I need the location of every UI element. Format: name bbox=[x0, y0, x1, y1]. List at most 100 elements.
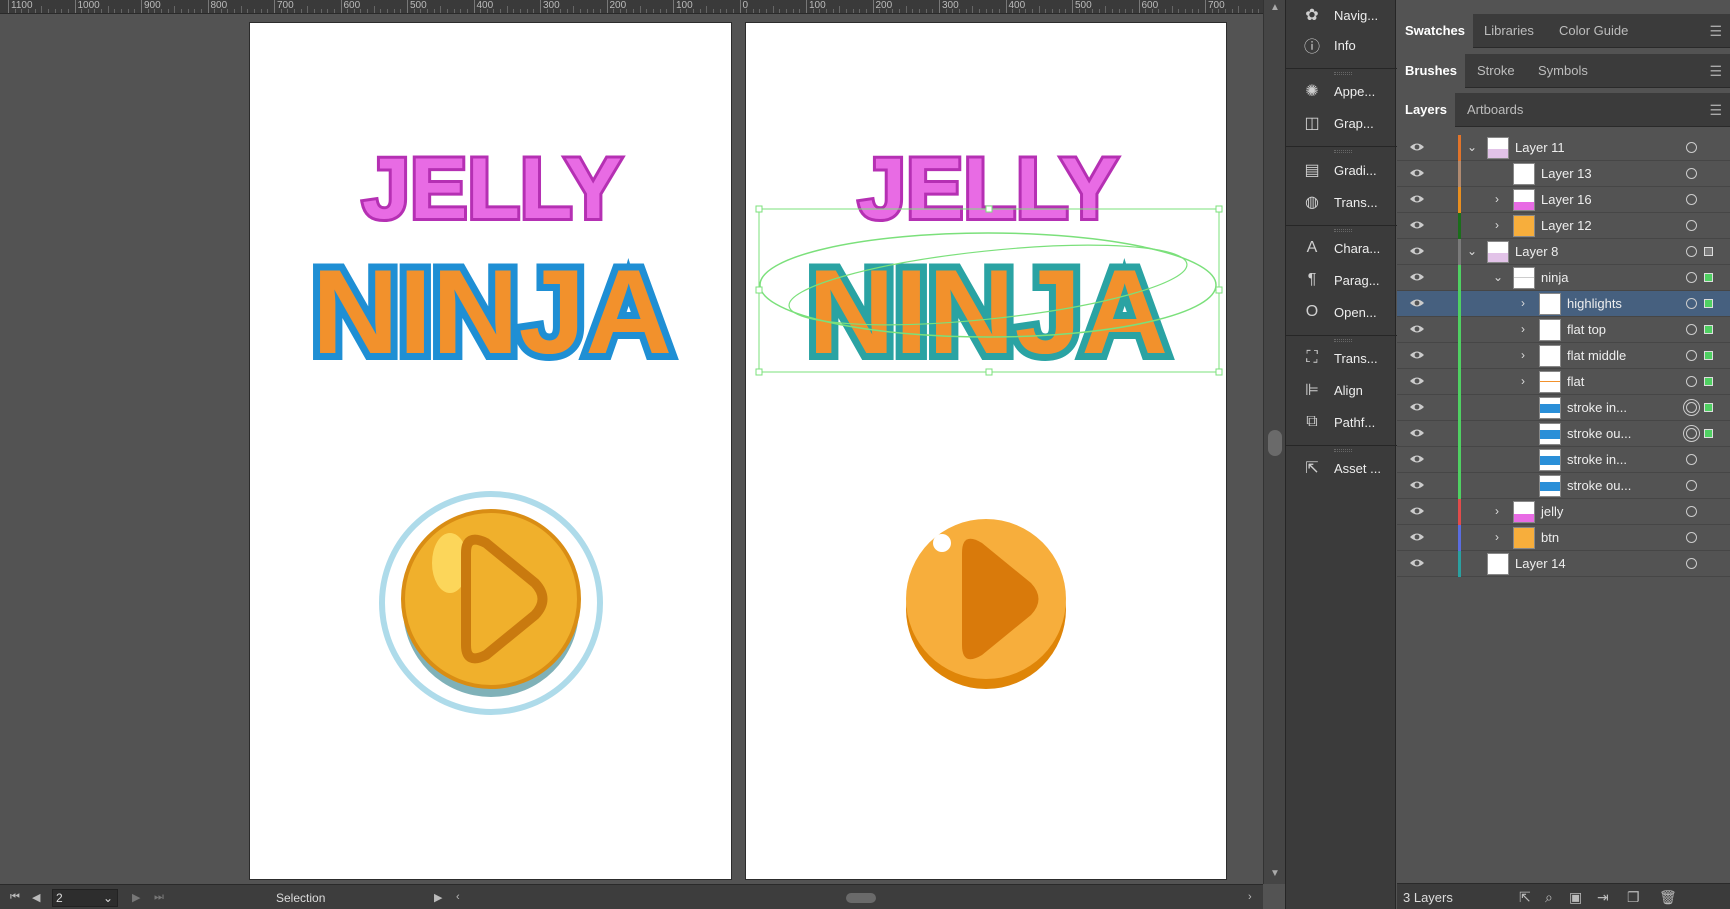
first-artboard-icon[interactable]: ⏮ bbox=[10, 891, 20, 904]
layer-name[interactable]: stroke ou... bbox=[1567, 426, 1631, 441]
layer-row[interactable]: › jelly bbox=[1397, 499, 1730, 525]
dock-grip[interactable] bbox=[1334, 229, 1352, 232]
tab-libraries[interactable]: Libraries bbox=[1484, 14, 1534, 48]
layer-row[interactable]: › flat middle bbox=[1397, 343, 1730, 369]
target-icon[interactable] bbox=[1686, 272, 1697, 283]
layer-name[interactable]: flat bbox=[1567, 374, 1584, 389]
canvas-area[interactable]: JELLY NINJA JELLY NINJA bbox=[0, 14, 1263, 884]
horizontal-scrollbar-thumb[interactable] bbox=[846, 893, 876, 903]
tool-menu-arrow-icon[interactable]: ▶ bbox=[434, 891, 442, 904]
target-icon[interactable] bbox=[1686, 246, 1697, 257]
target-icon[interactable] bbox=[1686, 454, 1697, 465]
target-icon[interactable] bbox=[1686, 558, 1697, 569]
target-icon[interactable] bbox=[1686, 402, 1697, 413]
chevron-down-icon[interactable]: ⌄ bbox=[1493, 270, 1503, 284]
visibility-eye-icon[interactable] bbox=[1409, 193, 1425, 205]
layer-name[interactable]: stroke in... bbox=[1567, 400, 1627, 415]
target-icon[interactable] bbox=[1686, 376, 1697, 387]
visibility-eye-icon[interactable] bbox=[1409, 271, 1425, 283]
layer-row[interactable]: › flat bbox=[1397, 369, 1730, 395]
new-sublayer-icon[interactable]: ⇥ bbox=[1597, 889, 1609, 906]
panel-menu-icon[interactable]: ☰ bbox=[1709, 63, 1722, 80]
layer-name[interactable]: stroke in... bbox=[1567, 452, 1627, 467]
selection-indicator[interactable] bbox=[1704, 273, 1713, 282]
layer-name[interactable]: Layer 14 bbox=[1515, 556, 1566, 571]
artboard-number-field[interactable]: 2 ⌄ bbox=[52, 889, 118, 907]
layer-row[interactable]: › highlights bbox=[1397, 291, 1730, 317]
target-icon[interactable] bbox=[1686, 350, 1697, 361]
dock-item-graphic-styles[interactable]: ◫ Grap... bbox=[1286, 108, 1397, 138]
visibility-eye-icon[interactable] bbox=[1409, 167, 1425, 179]
chevron-right-icon[interactable]: › bbox=[1521, 348, 1525, 362]
chevron-right-icon[interactable]: › bbox=[1521, 374, 1525, 388]
selection-indicator[interactable] bbox=[1704, 351, 1713, 360]
dock-grip[interactable] bbox=[1334, 339, 1352, 342]
target-icon[interactable] bbox=[1686, 142, 1697, 153]
layer-name[interactable]: Layer 12 bbox=[1541, 218, 1592, 233]
dock-item-transform[interactable]: ⛶ Trans... bbox=[1286, 343, 1397, 373]
visibility-eye-icon[interactable] bbox=[1409, 453, 1425, 465]
target-icon[interactable] bbox=[1686, 532, 1697, 543]
selection-indicator[interactable] bbox=[1704, 325, 1713, 334]
chevron-right-icon[interactable]: › bbox=[1495, 504, 1499, 518]
layer-row[interactable]: stroke ou... bbox=[1397, 473, 1730, 499]
dock-item-transparency[interactable]: ◍ Trans... bbox=[1286, 187, 1397, 217]
layer-row[interactable]: Layer 14 bbox=[1397, 551, 1730, 577]
tab-brushes[interactable]: Brushes bbox=[1397, 54, 1466, 88]
scroll-up-icon[interactable]: ▲ bbox=[1270, 2, 1280, 13]
visibility-eye-icon[interactable] bbox=[1409, 479, 1425, 491]
chevron-down-icon[interactable]: ⌄ bbox=[1467, 244, 1477, 258]
artboard-2[interactable]: JELLY NINJA bbox=[745, 22, 1227, 880]
dock-item-paragraph[interactable]: ¶ Parag... bbox=[1286, 265, 1397, 295]
clipping-mask-icon[interactable]: ▣ bbox=[1569, 889, 1582, 906]
dock-item-navigator[interactable]: ✿ Navig... bbox=[1286, 0, 1397, 30]
artboard-1[interactable]: JELLY NINJA bbox=[249, 22, 732, 880]
panel-menu-icon[interactable]: ☰ bbox=[1709, 23, 1722, 40]
target-icon[interactable] bbox=[1686, 428, 1697, 439]
chevron-right-icon[interactable]: › bbox=[1521, 322, 1525, 336]
tab-symbols[interactable]: Symbols bbox=[1538, 54, 1588, 88]
target-icon[interactable] bbox=[1686, 168, 1697, 179]
layer-name[interactable]: flat top bbox=[1567, 322, 1606, 337]
scroll-down-icon[interactable]: ▼ bbox=[1270, 868, 1280, 879]
selection-indicator[interactable] bbox=[1704, 377, 1713, 386]
dock-item-info[interactable]: ⓘ Info bbox=[1286, 30, 1397, 60]
visibility-eye-icon[interactable] bbox=[1409, 531, 1425, 543]
chevron-down-icon[interactable]: ⌄ bbox=[103, 890, 113, 906]
chevron-right-icon[interactable]: › bbox=[1495, 192, 1499, 206]
selection-indicator[interactable] bbox=[1704, 299, 1713, 308]
visibility-eye-icon[interactable] bbox=[1409, 505, 1425, 517]
tab-stroke[interactable]: Stroke bbox=[1477, 54, 1515, 88]
layer-row[interactable]: ⌄ ninja bbox=[1397, 265, 1730, 291]
horizontal-ruler[interactable]: 1100 1000 900 800 700 600 500 400 300 200 100 0 100 2… bbox=[0, 0, 1263, 14]
last-artboard-icon[interactable]: ⏭ bbox=[154, 891, 164, 904]
chevron-down-icon[interactable]: ⌄ bbox=[1467, 140, 1477, 154]
target-icon[interactable] bbox=[1686, 194, 1697, 205]
selection-indicator[interactable] bbox=[1704, 247, 1713, 256]
layer-name[interactable]: Layer 11 bbox=[1515, 140, 1565, 155]
layer-row[interactable]: › btn bbox=[1397, 525, 1730, 551]
layer-name[interactable]: ninja bbox=[1541, 270, 1568, 285]
visibility-eye-icon[interactable] bbox=[1409, 323, 1425, 335]
chevron-right-icon[interactable]: › bbox=[1521, 296, 1525, 310]
layer-name[interactable]: Layer 13 bbox=[1541, 166, 1592, 181]
layer-name[interactable]: highlights bbox=[1567, 296, 1622, 311]
chevron-right-icon[interactable]: › bbox=[1495, 530, 1499, 544]
new-layer-icon[interactable]: ❐ bbox=[1627, 889, 1640, 906]
scroll-right-icon[interactable]: › bbox=[1248, 891, 1252, 903]
visibility-eye-icon[interactable] bbox=[1409, 427, 1425, 439]
delete-layer-icon[interactable]: 🗑 bbox=[1659, 889, 1677, 906]
layer-row[interactable]: stroke ou... bbox=[1397, 421, 1730, 447]
selection-indicator[interactable] bbox=[1704, 403, 1713, 412]
tab-layers[interactable]: Layers bbox=[1397, 93, 1455, 127]
vertical-scrollbar[interactable]: ▲ ▼ bbox=[1263, 0, 1285, 884]
tab-swatches[interactable]: Swatches bbox=[1397, 14, 1473, 48]
visibility-eye-icon[interactable] bbox=[1409, 245, 1425, 257]
dock-item-appearance[interactable]: ✺ Appe... bbox=[1286, 76, 1397, 106]
layer-row[interactable]: › flat top bbox=[1397, 317, 1730, 343]
visibility-eye-icon[interactable] bbox=[1409, 349, 1425, 361]
layer-row[interactable]: Layer 13 bbox=[1397, 161, 1730, 187]
target-icon[interactable] bbox=[1686, 506, 1697, 517]
layer-name[interactable]: jelly bbox=[1541, 504, 1563, 519]
layer-row[interactable]: › Layer 12 bbox=[1397, 213, 1730, 239]
